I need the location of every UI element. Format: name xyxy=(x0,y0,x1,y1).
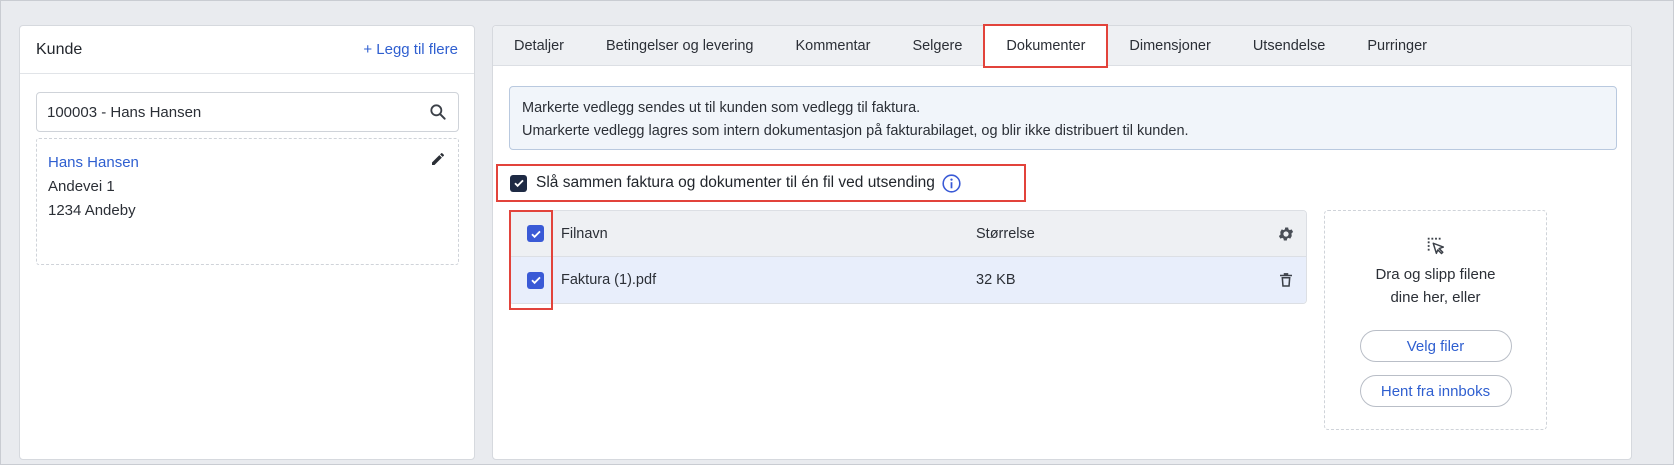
row-size: 32 KB xyxy=(976,272,1016,288)
select-all-checkbox[interactable] xyxy=(527,225,544,242)
customer-panel-header: Kunde + Legg til flere xyxy=(20,26,474,74)
tab-purringer[interactable]: Purringer xyxy=(1346,26,1448,66)
merge-label: Slå sammen faktura og dokumenter til én … xyxy=(536,174,935,191)
customer-name-link[interactable]: Hans Hansen xyxy=(48,151,447,175)
tab-selgere[interactable]: Selgere xyxy=(891,26,983,66)
tab-dimensjoner[interactable]: Dimensjoner xyxy=(1108,26,1231,66)
info-line-1: Markerte vedlegg sendes ut til kunden so… xyxy=(522,100,921,116)
tab-betingelser[interactable]: Betingelser og levering xyxy=(585,26,775,66)
document-table: Filnavn Størrelse Faktura (1).pdf 32 KB xyxy=(509,210,1307,304)
table-row[interactable]: Faktura (1).pdf 32 KB xyxy=(510,257,1306,303)
row-checkbox[interactable] xyxy=(527,271,544,289)
drop-instructions: Dra og slipp filene dine her, eller xyxy=(1375,266,1496,306)
info-message: Markerte vedlegg sendes ut til kunden so… xyxy=(509,86,1617,150)
edit-icon[interactable] xyxy=(430,151,446,167)
customer-search[interactable] xyxy=(36,92,459,132)
search-icon[interactable] xyxy=(428,102,448,122)
app-frame: Kunde + Legg til flere Hans Hansen Andev… xyxy=(0,0,1674,465)
tab-detaljer[interactable]: Detaljer xyxy=(493,26,585,66)
column-size: Størrelse xyxy=(976,225,1035,242)
merge-option: Slå sammen faktura og dokumenter til én … xyxy=(496,164,1026,202)
row-filename: Faktura (1).pdf xyxy=(561,272,657,288)
column-filename: Filnavn xyxy=(561,225,608,242)
customer-panel-title: Kunde xyxy=(36,40,83,58)
check-icon xyxy=(530,230,541,238)
merge-checkbox[interactable] xyxy=(510,174,527,192)
tab-kommentar[interactable]: Kommentar xyxy=(774,26,891,66)
invoice-details-panel: Detaljer Betingelser og levering Komment… xyxy=(492,23,1632,460)
info-icon[interactable] xyxy=(941,173,962,194)
check-icon xyxy=(513,179,524,188)
customer-card: Hans Hansen Andevei 1 1234 Andeby xyxy=(36,138,459,265)
tab-utsendelse[interactable]: Utsendelse xyxy=(1232,26,1347,66)
table-header: Filnavn Størrelse xyxy=(510,211,1306,257)
file-drop-zone[interactable]: Dra og slipp filene dine her, eller Velg… xyxy=(1324,210,1547,430)
trash-icon[interactable] xyxy=(1277,271,1295,289)
customer-postal: 1234 Andeby xyxy=(48,202,136,219)
tab-bar: Detaljer Betingelser og levering Komment… xyxy=(493,23,1631,68)
check-icon xyxy=(530,276,541,285)
gear-icon[interactable] xyxy=(1277,225,1295,243)
customer-search-input[interactable] xyxy=(47,103,428,121)
drag-drop-icon xyxy=(1427,237,1444,255)
customer-address: Andevei 1 xyxy=(48,178,115,195)
customer-panel: Kunde + Legg til flere Hans Hansen Andev… xyxy=(19,25,475,460)
tab-dokumenter[interactable]: Dokumenter xyxy=(983,23,1109,68)
fetch-from-inbox-button[interactable]: Hent fra innboks xyxy=(1359,375,1512,407)
select-files-button[interactable]: Velg filer xyxy=(1359,330,1512,362)
info-line-2: Umarkerte vedlegg lagres som intern doku… xyxy=(522,123,1189,139)
add-more-link[interactable]: + Legg til flere xyxy=(363,41,458,58)
